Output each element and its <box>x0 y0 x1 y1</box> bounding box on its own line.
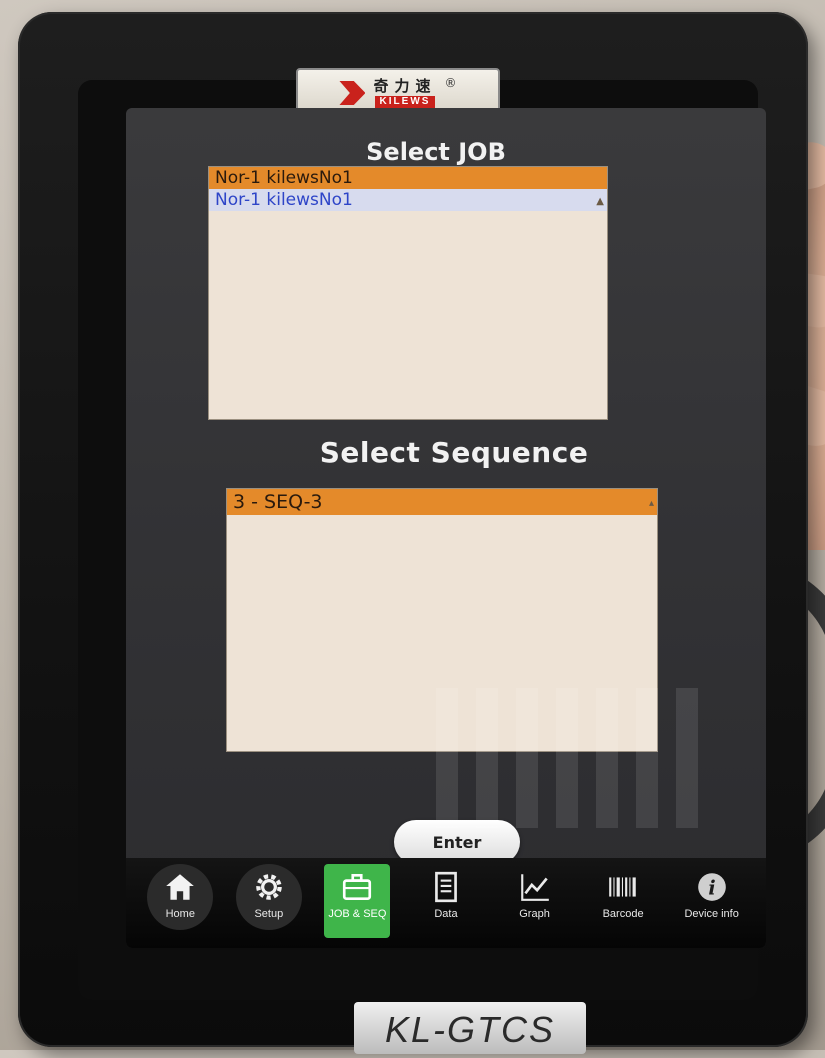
nav-job-seq[interactable]: JOB & SEQ <box>324 864 391 938</box>
brand-name-cn: 奇力速 <box>373 76 437 95</box>
nav-barcode[interactable]: Barcode <box>590 864 656 938</box>
brand-mark-icon <box>339 81 366 105</box>
nav-graph-label: Graph <box>519 908 550 920</box>
job-list-item[interactable]: Nor-1 kilewsNo1 ▲ <box>209 189 607 211</box>
gear-icon <box>256 874 282 900</box>
sequence-list[interactable]: 3 - SEQ-3 ▴ <box>226 488 658 752</box>
nav-graph[interactable]: Graph <box>502 864 568 938</box>
nav-device-info-label: Device info <box>684 908 739 920</box>
nav-home[interactable]: Home <box>147 864 214 930</box>
brand-logo-text: 奇力速 KILEWS <box>373 76 437 108</box>
nav-barcode-label: Barcode <box>602 908 644 920</box>
briefcase-icon <box>343 873 372 901</box>
job-item-label: Nor-1 kilewsNo1 <box>215 168 353 188</box>
nav-data[interactable]: Data <box>413 864 479 938</box>
barcode-icon <box>609 877 636 897</box>
brand-name-en: KILEWS <box>374 95 436 108</box>
nav-job-seq-label: JOB & SEQ <box>328 908 387 920</box>
touch-screen: Select JOB Nor-1 kilewsNo1 Nor-1 kilewsN… <box>126 108 766 948</box>
graph-icon <box>520 874 549 901</box>
controller-device: 奇力速 KILEWS ® Select JOB Nor-1 kilewsNo1 … <box>18 12 808 1054</box>
registered-mark: ® <box>444 76 457 90</box>
sequence-item-label: 3 - SEQ-3 <box>233 491 323 513</box>
document-icon <box>435 871 457 903</box>
nav-home-label: Home <box>165 908 195 920</box>
svg-text:i: i <box>708 876 715 899</box>
bottom-nav: Home Setup JOB & SEQ Data Graph Barcode <box>126 858 766 948</box>
model-label: KL-GTCS <box>354 1002 586 1054</box>
select-job-title: Select JOB <box>366 138 506 166</box>
job-list[interactable]: Nor-1 kilewsNo1 Nor-1 kilewsNo1 ▲ <box>208 166 608 420</box>
nav-device-info[interactable]: i Device info <box>679 864 745 938</box>
scroll-up-icon[interactable]: ▲ <box>596 191 604 213</box>
scroll-up-icon[interactable]: ▴ <box>649 491 654 517</box>
home-icon <box>166 874 195 900</box>
info-icon: i <box>697 873 726 901</box>
sequence-list-item[interactable]: 3 - SEQ-3 ▴ <box>227 489 657 515</box>
job-list-item[interactable]: Nor-1 kilewsNo1 <box>209 167 607 189</box>
select-sequence-title: Select Sequence <box>319 436 589 469</box>
job-item-label: Nor-1 kilewsNo1 <box>215 190 353 210</box>
nav-setup-label: Setup <box>254 908 284 920</box>
nav-setup[interactable]: Setup <box>235 864 302 930</box>
nav-data-label: Data <box>434 908 458 920</box>
